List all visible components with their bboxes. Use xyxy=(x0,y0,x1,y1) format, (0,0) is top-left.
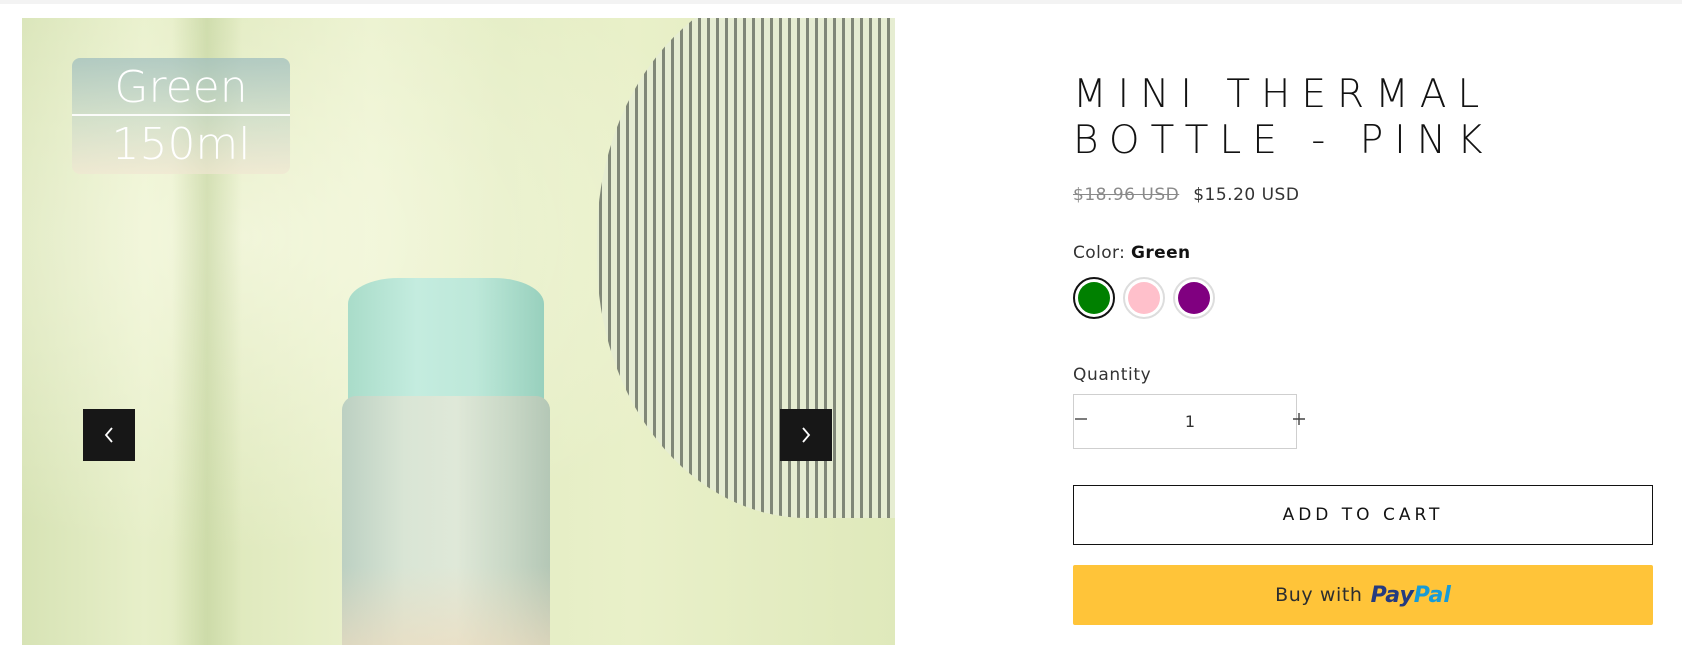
swatch-pink[interactable] xyxy=(1123,277,1165,319)
quantity-increase-button[interactable] xyxy=(1292,395,1306,448)
swatch-pink-dot xyxy=(1128,282,1160,314)
gallery-prev-button[interactable] xyxy=(83,409,135,461)
paypal-buy-with-text: Buy with xyxy=(1275,584,1363,606)
swatch-purple[interactable] xyxy=(1173,277,1215,319)
quantity-stepper xyxy=(1073,394,1305,449)
color-label-text: Color: xyxy=(1073,243,1126,263)
minus-icon xyxy=(1074,412,1088,431)
swatch-purple-dot xyxy=(1178,282,1210,314)
sale-price: $15.20 USD xyxy=(1193,185,1300,205)
paypal-buy-button[interactable]: Buy with PayPal xyxy=(1073,565,1653,625)
bottle-cap xyxy=(348,278,544,408)
quantity-input[interactable] xyxy=(1088,394,1292,449)
paypal-logo: PayPal xyxy=(1370,582,1451,608)
color-swatches xyxy=(1073,277,1215,319)
product-image-gallery: Green 150ml xyxy=(22,18,895,645)
product-info-panel: MINI THERMAL BOTTLE - PINK $18.96 USD $1… xyxy=(1073,0,1655,645)
variant-volume-text: 150ml xyxy=(111,119,251,170)
original-price: $18.96 USD xyxy=(1073,185,1180,205)
gallery-next-button[interactable] xyxy=(780,409,832,461)
chevron-left-icon xyxy=(102,425,116,445)
quantity-decrease-button[interactable] xyxy=(1074,395,1088,448)
bottle-body xyxy=(342,396,550,645)
color-option-label: Color: Green xyxy=(1073,243,1191,263)
swatch-green-dot xyxy=(1078,282,1110,314)
chevron-right-icon xyxy=(799,425,813,445)
plus-icon xyxy=(1292,412,1306,431)
swatch-green[interactable] xyxy=(1073,277,1115,319)
add-to-cart-button[interactable]: ADD TO CART xyxy=(1073,485,1653,545)
variant-color-text: Green xyxy=(72,58,290,116)
quantity-label: Quantity xyxy=(1073,365,1152,385)
variant-label-overlay: Green 150ml xyxy=(72,58,290,174)
product-title: MINI THERMAL BOTTLE - PINK xyxy=(1073,72,1593,164)
product-title-line2: BOTTLE - PINK xyxy=(1073,118,1494,163)
price-row: $18.96 USD $15.20 USD xyxy=(1073,183,1299,207)
product-title-line1: MINI THERMAL xyxy=(1073,72,1491,117)
selected-color-name: Green xyxy=(1131,243,1191,263)
